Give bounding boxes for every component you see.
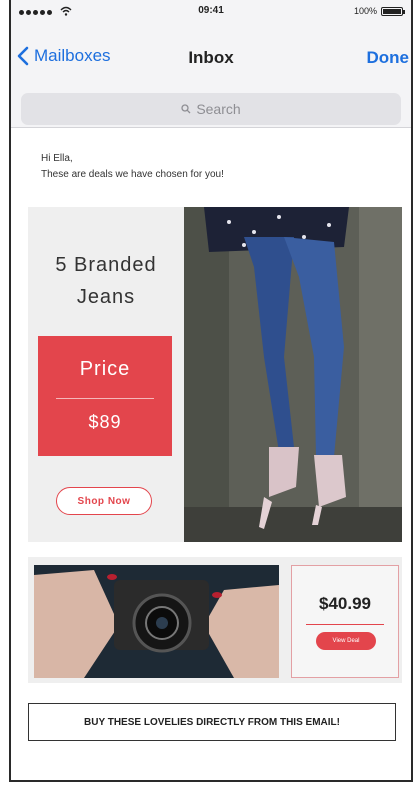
status-time: 09:41 — [198, 5, 224, 16]
jeans-product-image[interactable] — [184, 207, 402, 542]
search-input[interactable]: Search — [21, 93, 401, 125]
search-icon — [181, 104, 191, 114]
search-area: Search — [11, 88, 411, 128]
phone-frame: 09:41 100% Mailboxes Inbox Done Search H… — [9, 0, 413, 782]
camera-product-image[interactable] — [34, 565, 279, 678]
battery-icon — [381, 7, 405, 16]
search-placeholder: Search — [196, 101, 241, 117]
navigation-bar: Mailboxes Inbox Done — [11, 26, 411, 88]
price-value: $89 — [88, 412, 122, 432]
view-deal-button[interactable]: View Deal — [316, 632, 376, 650]
promo-title: 5 Branded Jeans — [28, 249, 184, 313]
chevron-left-icon — [17, 46, 29, 66]
price-divider — [56, 398, 154, 399]
back-button-label: Mailboxes — [34, 46, 111, 65]
jeans-promo-card: 5 Branded Jeans Price $89 Shop Now — [28, 207, 402, 542]
shop-now-button[interactable]: Shop Now — [56, 487, 152, 515]
greeting-message: These are deals we have chosen for you! — [41, 169, 224, 180]
promo-title-line-2: Jeans — [76, 286, 136, 308]
deal-divider — [306, 624, 384, 625]
camera-promo-card: $40.99 View Deal — [28, 557, 402, 683]
email-greeting: Hi Ella, These are deals we have chosen … — [41, 151, 224, 183]
back-to-mailboxes-button[interactable]: Mailboxes — [17, 46, 111, 66]
promo-title-line-1: 5 Branded — [55, 254, 157, 276]
status-bar: 09:41 100% — [11, 0, 411, 26]
battery-percentage: 100% — [353, 6, 377, 16]
deal-price: $40.99 — [319, 594, 371, 613]
buy-from-email-banner[interactable]: BUY THESE LOVELIES DIRECTLY FROM THIS EM… — [28, 703, 396, 741]
price-label: Price — [79, 358, 131, 380]
deal-box: $40.99 View Deal — [291, 565, 399, 678]
greeting-salutation: Hi Ella, — [41, 153, 73, 164]
done-button[interactable]: Done — [367, 48, 410, 68]
price-box: Price $89 — [38, 336, 172, 456]
